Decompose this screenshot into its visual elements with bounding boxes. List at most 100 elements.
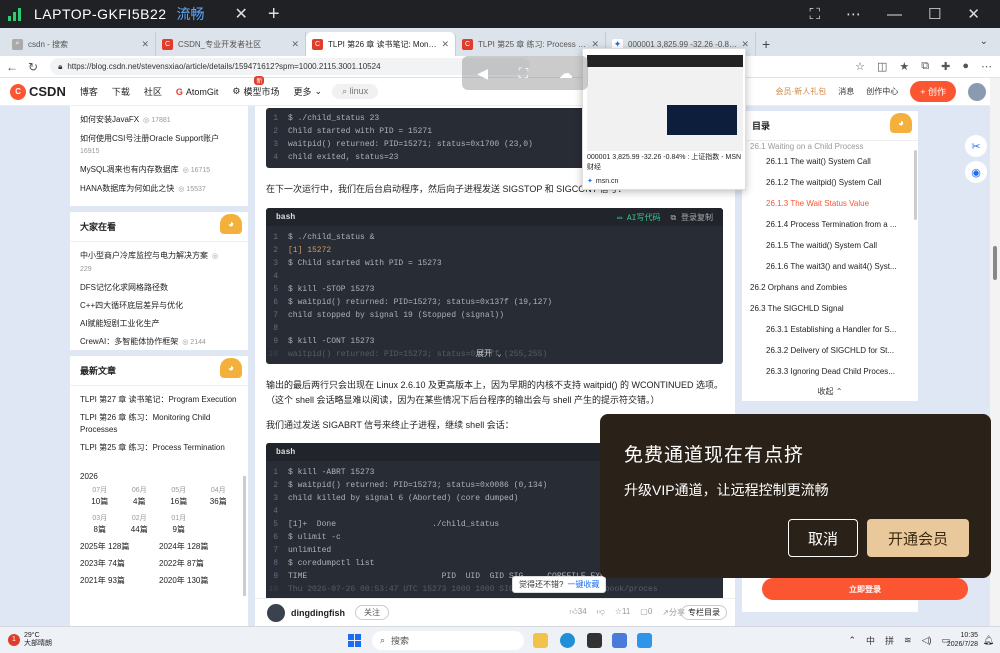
app-icon[interactable] <box>637 633 652 648</box>
list-item[interactable]: 中小型商户冷库监控与电力解决方案 ◎ 229 <box>80 250 238 276</box>
list-item[interactable]: 如何安装JavaFX ◎ 17881 <box>80 114 238 127</box>
copy-button[interactable]: ⧉ 登录复制 <box>670 212 713 223</box>
tab-csdn-home[interactable]: C CSDN_专业开发者社区 ✕ <box>156 32 306 56</box>
toc-item[interactable]: 26.1 Waiting on a Child Process <box>742 141 918 151</box>
year-item[interactable]: 2023年 74篇 <box>80 558 159 569</box>
cancel-button[interactable]: 取消 <box>788 519 858 557</box>
like-button[interactable]: 👍︎34 <box>569 607 586 618</box>
minimize-icon[interactable]: — <box>887 6 902 23</box>
nav-atomgit[interactable]: G AtomGit <box>176 87 219 97</box>
list-item[interactable]: 如何使用CSI号注册Oracle Support账户 16915 <box>80 133 238 158</box>
app-icon[interactable] <box>612 633 627 648</box>
close-icon[interactable]: ✕ <box>235 4 248 24</box>
author-avatar[interactable] <box>267 603 285 622</box>
assistant-icon[interactable]: ◉ <box>965 161 987 183</box>
tab-preview-popup[interactable]: 000001 3,825.99 -32.26 -0.84% : 上证指数 - M… <box>582 48 746 190</box>
list-item[interactable]: AI赋能短剧工业化生产 <box>80 318 238 330</box>
new-session-icon[interactable]: + <box>268 3 280 26</box>
window-close-icon[interactable]: ✕ <box>967 5 980 23</box>
month-item[interactable]: 01月 9篇 <box>159 513 199 535</box>
tab-tlpi-26[interactable]: CTLPI 第26 章 读书笔记: Monitoring...✕ <box>306 32 456 56</box>
search-chip[interactable]: ⌕ linux <box>332 84 379 99</box>
wifi-icon[interactable]: ≋ <box>904 635 912 646</box>
weather-widget[interactable]: 1 29°C 大部晴朗 <box>8 632 52 648</box>
toc-item[interactable]: 26.1.2 The waitpid() System Call <box>742 172 918 193</box>
extensions-icon[interactable]: ✚ <box>941 60 950 73</box>
profile-icon[interactable]: ● <box>962 60 969 73</box>
list-item[interactable]: TLPI 第26 章 练习：Monitoring Child Processes <box>80 412 238 436</box>
list-item[interactable]: MySQL凋来也有内存数据库 ◎ 16715 <box>80 164 238 177</box>
toc-item[interactable]: 26.3.3 Ignoring Dead Child Proces... <box>742 361 918 382</box>
ai-code-button[interactable]: ▭ AI写代码 <box>617 212 660 223</box>
creator-center-link[interactable]: 创作中心 <box>866 86 898 97</box>
star-button[interactable]: ☆11 <box>615 607 630 618</box>
scissors-icon[interactable]: ✂ <box>965 135 987 157</box>
split-icon[interactable]: ◫ <box>877 60 887 73</box>
month-item[interactable]: 07月 10篇 <box>80 485 120 507</box>
cloud-icon[interactable]: ☁ <box>559 65 573 82</box>
nav-community[interactable]: 社区 <box>144 85 162 98</box>
clock[interactable]: 10:35 2026/7/28 <box>947 631 978 649</box>
year-item[interactable]: 2021年 93篇 <box>80 575 159 586</box>
login-button[interactable]: 立即登录 <box>762 578 968 600</box>
url-field[interactable]: 🔒︎ https://blog.csdn.net/stevensxiao/arti… <box>50 58 531 75</box>
year-item[interactable]: 2022年 87篇 <box>159 558 238 569</box>
star-icon[interactable]: ☆ <box>855 60 865 73</box>
fullscreen-toggle-icon[interactable]: ⛶ <box>518 65 528 82</box>
month-item[interactable]: 06月 4篇 <box>120 485 160 507</box>
nav-model-market[interactable]: ⚙ 模型市场新 <box>232 76 280 98</box>
list-item[interactable]: C++四大循环底层差异与优化 <box>80 300 238 312</box>
edge-icon[interactable] <box>560 633 575 648</box>
tray-chevron-icon[interactable]: ⌃ <box>848 635 856 646</box>
nav-blog[interactable]: 博客 <box>80 85 98 98</box>
toc-item[interactable]: 26.3.1 Establishing a Handler for S... <box>742 319 918 340</box>
notification-icon[interactable]: 🔔︎ <box>983 635 994 646</box>
month-item[interactable]: 04月 36篇 <box>199 485 239 507</box>
toc-item[interactable]: 26.1.4 Process Termination from a ... <box>742 214 918 235</box>
tab-list-chevron-icon[interactable]: ⌄ <box>980 36 988 47</box>
quality-indicator[interactable]: 流畅 <box>177 4 205 24</box>
toc-scrollbar[interactable] <box>914 150 917 220</box>
dislike-button[interactable]: 👎︎ <box>597 607 605 618</box>
list-item[interactable]: HANA数据库为何如此之快 ◎ 15537 <box>80 183 238 196</box>
toc-item[interactable]: 26.1.5 The waitid() System Call <box>742 235 918 256</box>
toc-collapse-button[interactable]: 收起 ⌃ <box>742 386 918 397</box>
favorites-icon[interactable]: ★ <box>899 60 909 73</box>
list-item[interactable]: TLPI 第25 章 练习：Process Termination <box>80 442 238 454</box>
menu-icon[interactable]: ⋯ <box>981 60 992 73</box>
refresh-icon[interactable]: ↻ <box>28 60 38 74</box>
collect-prompt[interactable]: 觉得还不错? 一键收藏 <box>512 576 607 593</box>
comment-button[interactable]: ▢0 <box>640 607 652 618</box>
more-icon[interactable]: ⋯ <box>846 5 861 23</box>
year-item[interactable]: 2020年 130篇 <box>159 575 238 586</box>
csdn-logo[interactable]: C CSDN <box>10 83 66 100</box>
volume-icon[interactable]: ◁) <box>922 635 932 646</box>
tab-close-icon[interactable]: ✕ <box>141 39 149 50</box>
tab-close-icon[interactable]: ✕ <box>441 39 449 50</box>
collections-icon[interactable]: ⧉ <box>921 60 929 73</box>
toc-item[interactable]: 26.3.2 Delivery of SIGCHLD for St... <box>742 340 918 361</box>
tab-close-icon[interactable]: ✕ <box>291 39 299 50</box>
month-item[interactable]: 02月 44篇 <box>120 513 160 535</box>
app-icon[interactable] <box>587 633 602 648</box>
scroll-thumb[interactable] <box>993 246 997 280</box>
left-scrollbar[interactable] <box>243 476 246 596</box>
vip-link[interactable]: 会员·新人礼包 <box>776 86 827 97</box>
column-toc-button[interactable]: 专栏目录 <box>681 605 727 620</box>
toc-item[interactable]: 26.3 The SIGCHLD Signal <box>742 298 918 319</box>
maximize-icon[interactable]: ☐ <box>928 5 941 23</box>
month-item[interactable]: 03月 8篇 <box>80 513 120 535</box>
list-item[interactable]: CrewAI：多智能体协作框架 ◎ 2144 <box>80 336 238 349</box>
list-item[interactable]: DFS记忆化求网格路径数 <box>80 282 238 294</box>
open-vip-button[interactable]: 开通会员 <box>867 519 969 557</box>
nav-download[interactable]: 下载 <box>112 85 130 98</box>
file-explorer-icon[interactable] <box>533 633 548 648</box>
toc-item[interactable]: 26.2 Orphans and Zombies <box>742 277 918 298</box>
expand-button[interactable]: 展开 ⌄ <box>476 348 502 359</box>
messages-link[interactable]: 消息 <box>838 86 854 97</box>
fullscreen-icon[interactable]: ⛶ <box>809 6 820 23</box>
new-tab-icon[interactable]: + <box>762 36 770 52</box>
tab-csdn-search[interactable]: ⌕ csdn - 搜索 ✕ <box>6 32 156 56</box>
ime-mode[interactable]: 拼 <box>885 634 894 647</box>
pointer-icon[interactable]: ◀ <box>477 65 488 82</box>
